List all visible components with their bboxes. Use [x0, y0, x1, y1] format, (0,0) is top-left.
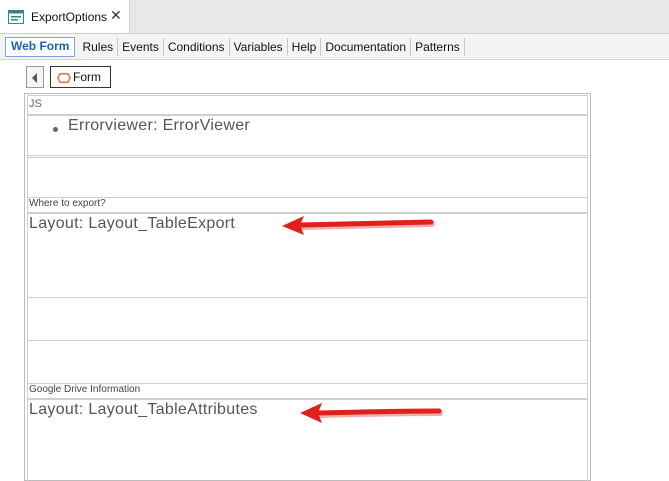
red-arrow-icon [282, 216, 435, 235]
layout-attributes-text: Layout: Layout_TableAttributes [29, 401, 258, 418]
empty-row-2[interactable] [27, 298, 588, 341]
google-label-row: Google Drive Information [27, 384, 588, 399]
tab-title: ExportOptions [31, 10, 108, 24]
js-row[interactable]: JS [27, 95, 588, 115]
tab-export-options[interactable]: ExportOptions ✕ [0, 0, 130, 33]
form-breadcrumb-button[interactable]: Form [50, 66, 111, 88]
where-label: Where to export? [29, 198, 106, 209]
document-tab-bar: ExportOptions ✕ [0, 0, 669, 34]
back-button[interactable] [26, 66, 44, 88]
section-tab-bar: Web Form Rules Events Conditions Variabl… [0, 34, 669, 60]
red-arrow-icon [300, 403, 443, 423]
close-icon[interactable]: ✕ [110, 7, 122, 24]
tab-rules[interactable]: Rules [78, 38, 117, 56]
triangle-left-icon [32, 73, 37, 83]
form-icon [57, 73, 71, 83]
tab-documentation[interactable]: Documentation [320, 38, 410, 56]
tab-web-form[interactable]: Web Form [5, 37, 76, 57]
js-label: JS [29, 98, 42, 110]
tab-variables[interactable]: Variables [228, 38, 287, 56]
where-label-row: Where to export? [27, 198, 588, 213]
tab-conditions[interactable]: Conditions [162, 38, 229, 56]
layout-export-text: Layout: Layout_TableExport [29, 215, 236, 232]
google-drive-label: Google Drive Information [29, 384, 141, 395]
form-label: Form [73, 70, 101, 84]
empty-row-3[interactable] [27, 341, 588, 384]
tab-events[interactable]: Events [117, 38, 163, 56]
tab-patterns[interactable]: Patterns [410, 38, 465, 56]
bullet-icon [53, 127, 58, 132]
errorviewer-control[interactable]: Errorviewer: ErrorViewer [68, 117, 250, 135]
empty-row-1[interactable] [27, 157, 588, 198]
webform-object-icon [8, 9, 24, 25]
tab-help[interactable]: Help [286, 38, 321, 56]
